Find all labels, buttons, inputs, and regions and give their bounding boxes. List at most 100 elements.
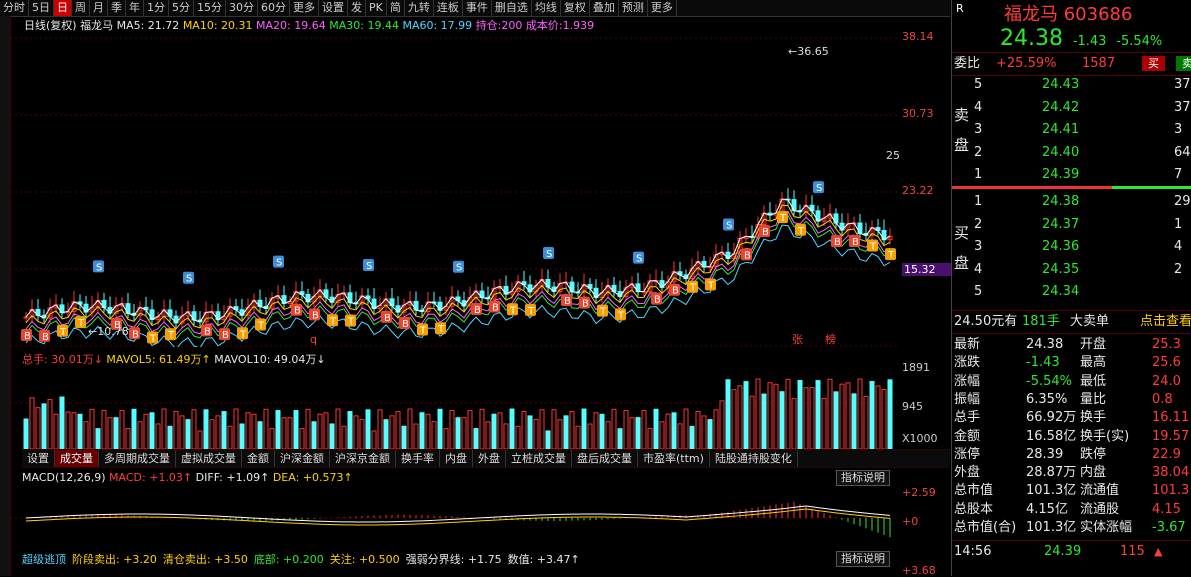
volume-tab-2[interactable]: 多周期成交量 (99, 450, 176, 467)
toolbar-item-3[interactable]: 周 (72, 0, 90, 16)
bid-row[interactable]: 1 24.38 29 (952, 191, 1191, 213)
volume-tab-9[interactable]: 外盘 (473, 450, 506, 467)
toolbar-item-13[interactable]: 设置 (319, 0, 348, 16)
toolbar-item-23[interactable]: 叠加 (590, 0, 619, 16)
stat-value: 66.92万 (1026, 410, 1077, 426)
book-price: 24.36 (1042, 239, 1080, 254)
tick-time: 14:56 (954, 544, 992, 559)
toolbar-item-9[interactable]: 15分 (194, 0, 226, 16)
toolbar-item-6[interactable]: 年 (126, 0, 144, 16)
stat-value: 6.35% (1026, 391, 1068, 407)
price-change-pct: -5.54% (1116, 34, 1163, 49)
volume-bar (647, 428, 653, 449)
ask-row[interactable]: 3 24.41 3 (952, 119, 1191, 141)
toolbar-item-17[interactable]: 九转 (405, 0, 434, 16)
toolbar-item-5[interactable]: 季 (108, 0, 126, 16)
toolbar-item-0[interactable]: 分时 (0, 0, 29, 16)
volume-bar (485, 421, 491, 449)
indicator-explain-button[interactable]: 指标说明 (836, 551, 890, 567)
stat-row: 外盘 28.87万 内盘 38.04 (952, 464, 1191, 482)
volume-tab-5[interactable]: 沪深金额 (275, 450, 330, 467)
book-volume: 7 (1174, 167, 1183, 182)
volume-tab-12[interactable]: 市盈率(ttm) (638, 450, 710, 467)
volume-tab-4[interactable]: 金额 (242, 450, 275, 467)
stat-value: 19.57 (1152, 428, 1190, 444)
indicator-item-5: 强弱分界线: +1.75 (405, 553, 502, 566)
macd-chart[interactable] (10, 486, 900, 548)
volume-tab-1[interactable]: 成交量 (55, 450, 99, 467)
kline-chart[interactable]: B B TTSBB T TSB B TTSB BT TSBBT TSB B T TSB BT TSBB T TS… (10, 17, 900, 347)
big-order-row[interactable]: 24.50元有 181手 大卖单 点击查看 (952, 310, 1191, 334)
toolbar-item-8[interactable]: 5分 (169, 0, 194, 16)
toolbar-item-15[interactable]: PK (366, 0, 387, 16)
bid-row[interactable]: 2 24.37 1 (952, 214, 1191, 236)
bid-row[interactable]: 4 24.35 2 (952, 259, 1191, 281)
book-price: 24.43 (1042, 77, 1080, 92)
toolbar-item-10[interactable]: 30分 (226, 0, 258, 16)
signal-marker-label: T (797, 226, 805, 237)
toolbar-item-7[interactable]: 1分 (144, 0, 169, 16)
ask-row[interactable]: 5 24.43 37 (952, 74, 1191, 96)
volume-tab-11[interactable]: 盘后成交量 (572, 450, 638, 467)
book-price: 24.41 (1042, 122, 1080, 137)
volume-indicator-tabs: 设置 成交量 多周期成交量 虚拟成交量 金额 沪深金额 沪深京金额 换手率 内盘 外盘 立桩成交量盘… (22, 449, 950, 468)
signal-marker-label: B (402, 319, 409, 330)
signal-marker-label: B (762, 227, 769, 238)
volume-tab-10[interactable]: 立桩成交量 (506, 450, 572, 467)
volume-tab-0[interactable]: 设置 (22, 450, 55, 467)
toolbar-item-18[interactable]: 连板 (434, 0, 463, 16)
indicator-item-0: 超级逃顶 (22, 553, 66, 566)
macd-explain-button[interactable]: 指标说明 (836, 470, 890, 486)
volume-bar (209, 419, 215, 449)
toolbar-item-14[interactable]: 发 (348, 0, 366, 16)
buy-button[interactable]: 买 (1142, 56, 1165, 71)
toolbar-item-25[interactable]: 更多 (648, 0, 677, 16)
signal-marker-label: B (582, 299, 589, 310)
toolbar-item-24[interactable]: 预测 (619, 0, 648, 16)
stat-label: 总市值(合) (954, 520, 1017, 535)
macd-title: MACD(12,26,9) (22, 471, 106, 484)
stat-label: 涨幅 (954, 373, 981, 389)
toolbar-item-11[interactable]: 60分 (258, 0, 290, 16)
toolbar-item-4[interactable]: 月 (90, 0, 108, 16)
toolbar-item-20[interactable]: 删自选 (492, 0, 532, 16)
ask-row[interactable]: 1 24.39 7 (952, 164, 1191, 186)
ask-row[interactable]: 2 24.40 64 (952, 142, 1191, 164)
volume-bar (227, 425, 233, 449)
stat-row: 总市值 101.3亿 流通值 101.3 (952, 482, 1191, 500)
signal-marker-label: S (186, 274, 192, 285)
volume-bar (413, 423, 419, 449)
volume-bar (467, 410, 473, 449)
stat-label: 开盘 (1080, 337, 1107, 352)
toolbar-item-22[interactable]: 复权 (561, 0, 590, 16)
stat-label: 换手 (1080, 410, 1107, 426)
toolbar-item-1[interactable]: 5日 (29, 0, 54, 16)
weibi-label: 委比 (954, 56, 981, 71)
ask-row[interactable]: 4 24.42 37 (952, 97, 1191, 119)
volume-tab-8[interactable]: 内盘 (440, 450, 473, 467)
sell-button[interactable]: 卖 (1176, 56, 1191, 71)
volume-tab-13[interactable]: 陆股通持股变化 (710, 450, 798, 467)
toolbar-item-2[interactable]: 日 (54, 0, 72, 16)
toolbar-item-16[interactable]: 简 (387, 0, 405, 16)
volume-bar (587, 423, 593, 449)
big-order-view-link[interactable]: 点击查看 (1140, 311, 1191, 333)
toolbar-item-12[interactable]: 更多 (290, 0, 319, 16)
toolbar-item-21[interactable]: 均线 (532, 0, 561, 16)
volume-chart[interactable] (10, 365, 900, 449)
volume-tab-6[interactable]: 沪深京金额 (330, 450, 396, 467)
volume-bar (131, 408, 137, 449)
macd-axis-label: +0 (902, 515, 919, 528)
signal-marker-label: B (492, 302, 499, 313)
volume-tab-3[interactable]: 虚拟成交量 (176, 450, 242, 467)
volume-bar (677, 423, 683, 449)
bid-row[interactable]: 3 24.36 4 (952, 236, 1191, 258)
stock-title: 福龙马 603686 (1004, 0, 1132, 26)
volume-bar (53, 413, 59, 449)
volume-bar (461, 417, 467, 449)
book-price: 24.34 (1042, 284, 1080, 299)
bid-row[interactable]: 5 24.34 (952, 281, 1191, 303)
toolbar-item-19[interactable]: 事件 (463, 0, 492, 16)
signal-marker-label: T (239, 329, 247, 340)
volume-tab-7[interactable]: 换手率 (396, 450, 440, 467)
